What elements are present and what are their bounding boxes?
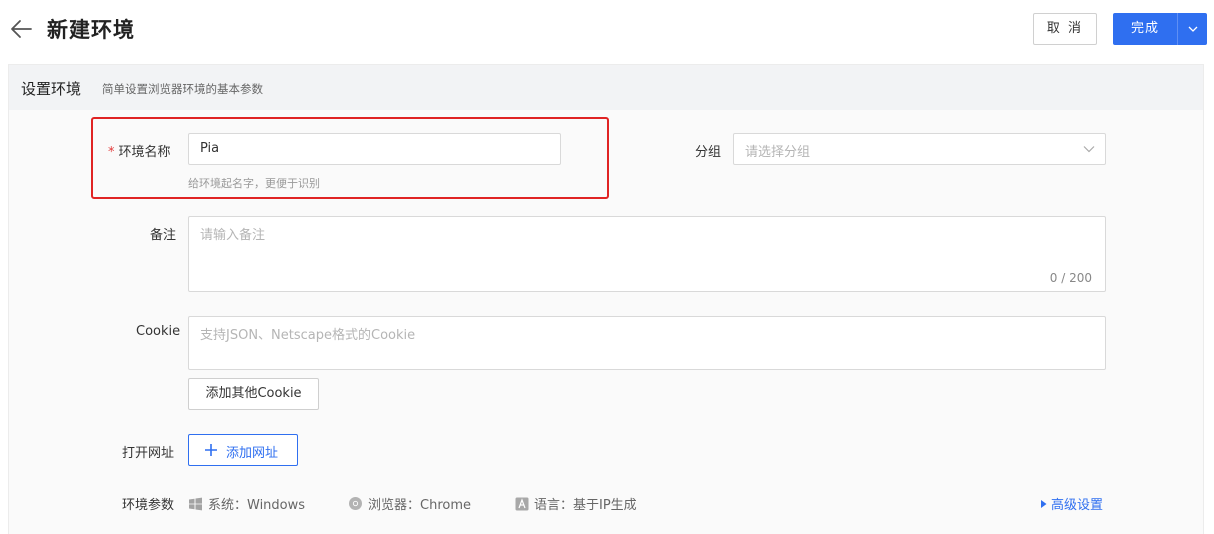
- page-header: 新建环境 取 消 完成: [0, 0, 1214, 60]
- cookie-label: Cookie: [136, 324, 181, 339]
- group-select[interactable]: 请选择分组: [733, 133, 1106, 165]
- windows-icon: [189, 497, 202, 510]
- panel-header: 设置环境 简单设置浏览器环境的基本参数: [9, 65, 1203, 110]
- section-title: 设置环境: [21, 80, 82, 98]
- plus-icon: [205, 444, 217, 456]
- advanced-settings-link[interactable]: 高级设置: [1040, 494, 1103, 513]
- env-params-label: 环境参数: [122, 498, 175, 513]
- open-url-label: 打开网址: [122, 446, 175, 461]
- chevron-down-icon: [1083, 146, 1095, 153]
- cancel-button[interactable]: 取 消: [1033, 13, 1097, 45]
- group-placeholder: 请选择分组: [745, 145, 811, 160]
- note-label: 备注: [150, 228, 177, 243]
- done-button[interactable]: 完成: [1113, 13, 1177, 45]
- note-char-counter: 0 / 200: [1049, 271, 1092, 285]
- env-name-input[interactable]: Pia: [188, 133, 561, 165]
- group-label: 分组: [695, 145, 722, 160]
- cookie-placeholder: 支持JSON、Netscape格式的Cookie: [200, 328, 416, 343]
- language-icon: [515, 497, 529, 510]
- section-subtitle: 简单设置浏览器环境的基本参数: [102, 82, 263, 96]
- caret-right-icon: [1041, 499, 1047, 508]
- note-placeholder: 请输入备注: [200, 228, 266, 243]
- required-mark: *: [108, 145, 115, 160]
- cookie-textarea[interactable]: 支持JSON、Netscape格式的Cookie: [188, 316, 1106, 370]
- chrome-icon: [349, 497, 362, 510]
- browser-param: 浏览器：Chrome: [348, 494, 471, 513]
- chevron-down-icon: [1188, 26, 1197, 32]
- env-name-label: * 环境名称: [108, 145, 171, 160]
- note-textarea[interactable]: 请输入备注 0 / 200: [188, 216, 1106, 292]
- env-name-value: Pia: [200, 141, 220, 156]
- done-split-button: 完成: [1113, 13, 1207, 45]
- system-param: 系统：Windows: [188, 494, 305, 513]
- add-url-button[interactable]: 添加网址: [188, 434, 298, 466]
- add-url-label: 添加网址: [226, 446, 279, 461]
- add-cookie-button[interactable]: 添加其他Cookie: [188, 378, 319, 410]
- page-title: 新建环境: [47, 18, 135, 42]
- back-arrow-icon[interactable]: [8, 16, 34, 42]
- done-dropdown-toggle[interactable]: [1178, 13, 1207, 45]
- env-name-hint: 给环境起名字，更便于识别: [188, 177, 320, 190]
- language-param: 语言：基于IP生成: [515, 494, 637, 513]
